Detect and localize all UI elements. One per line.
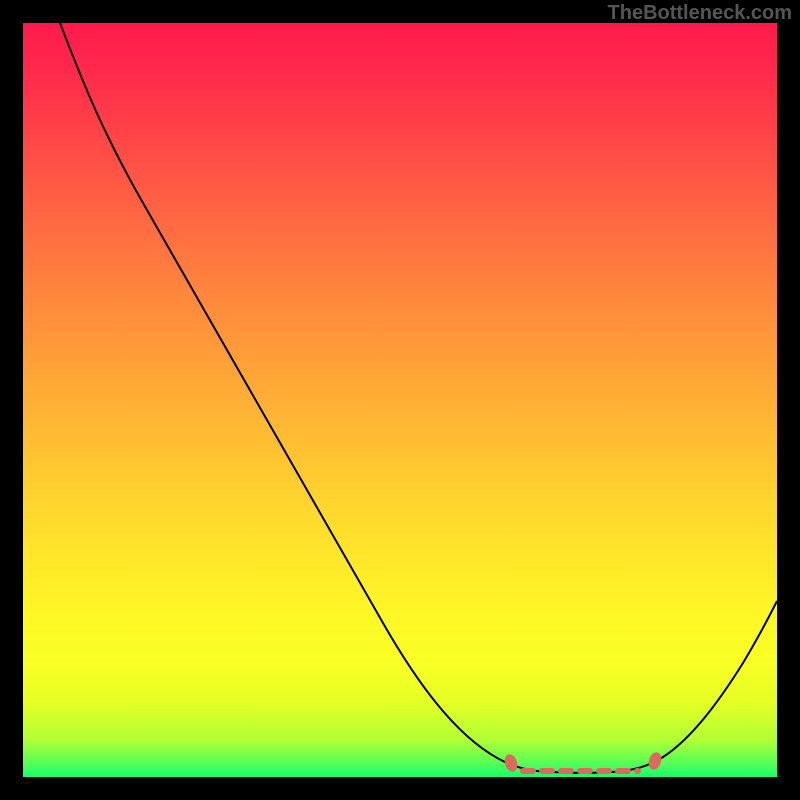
chart-container: TheBottleneck.com bbox=[0, 0, 800, 800]
curve-path bbox=[60, 23, 777, 773]
chart-svg bbox=[23, 23, 777, 777]
plot-area bbox=[23, 23, 777, 777]
watermark-label: TheBottleneck.com bbox=[608, 2, 792, 25]
marker-left bbox=[503, 753, 520, 774]
marker-right bbox=[647, 751, 664, 772]
